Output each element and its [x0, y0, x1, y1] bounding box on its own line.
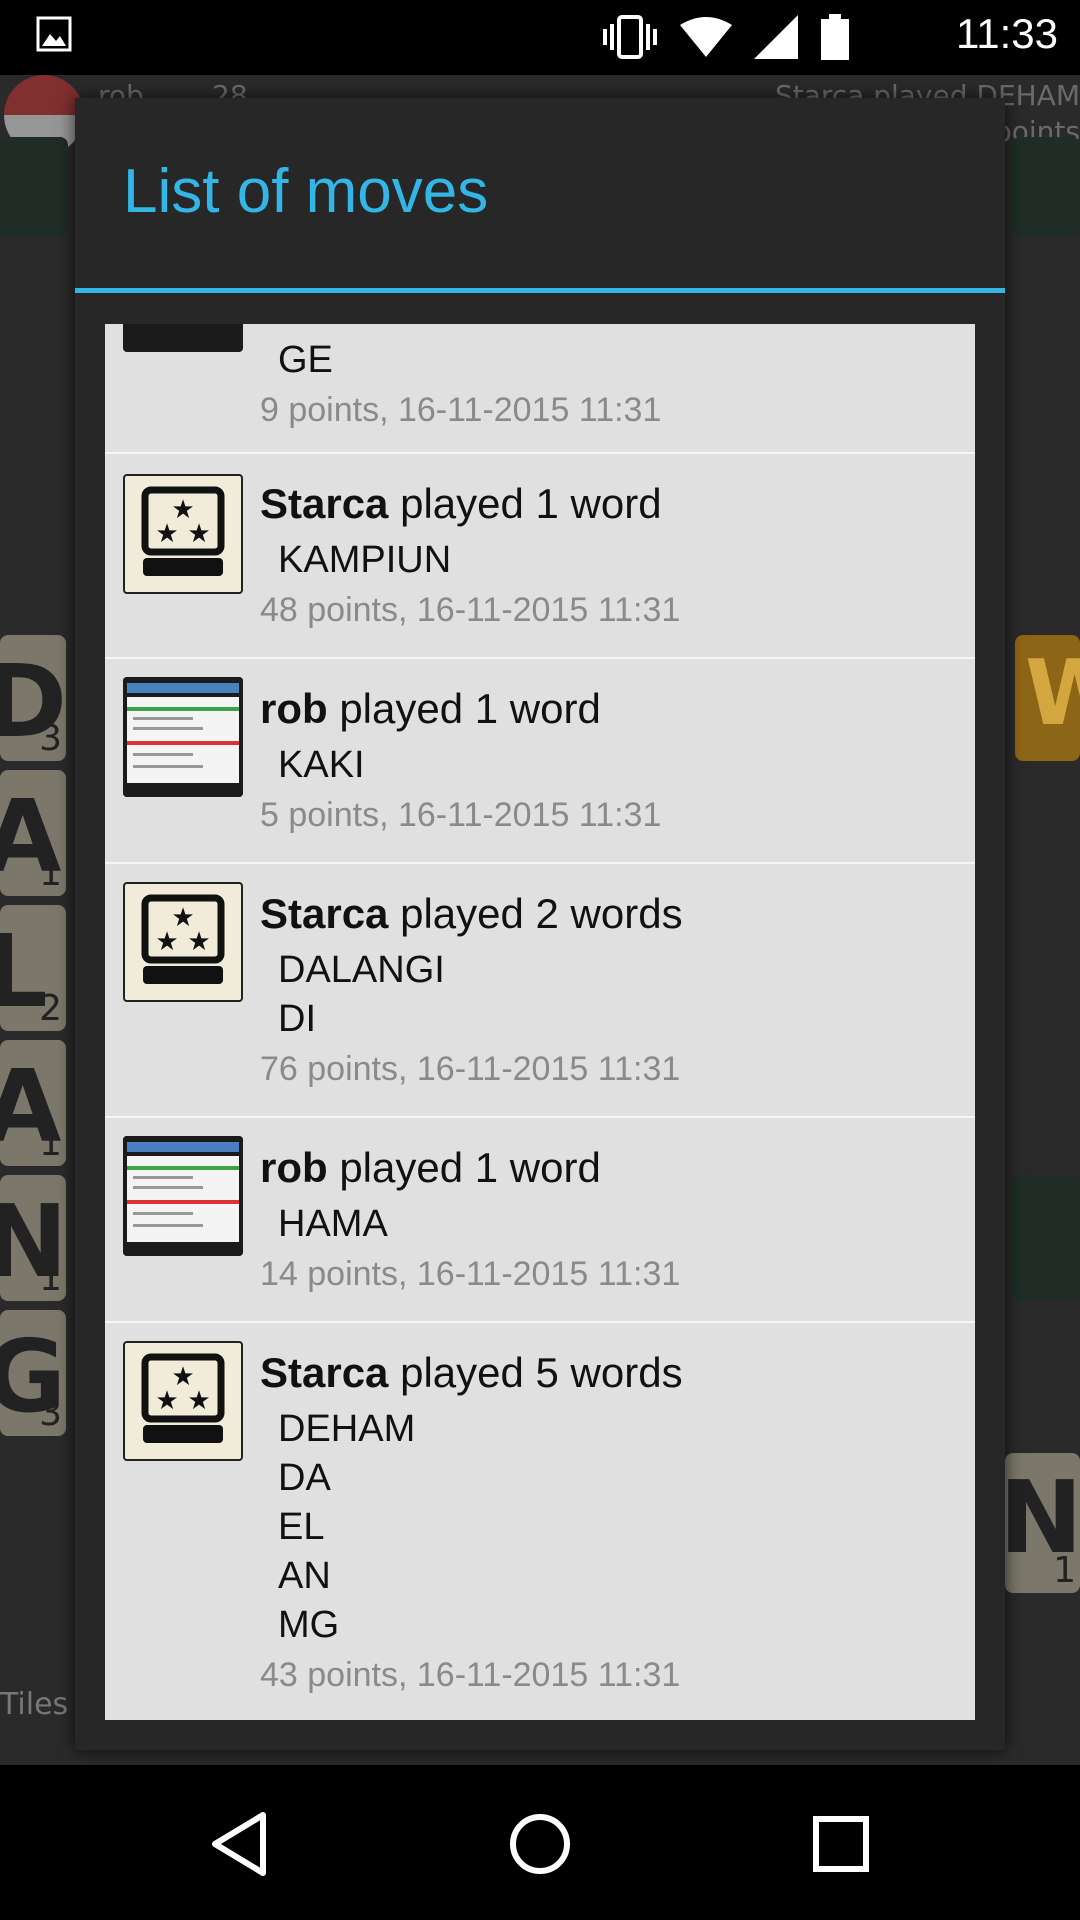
move-words: GE: [278, 336, 661, 385]
rob-screenshot-icon: [123, 677, 243, 797]
move-body: Starca played 2 words DALANGI DI 76 poin…: [260, 890, 683, 1089]
signal-icon: [754, 15, 798, 59]
tile-value: 1: [39, 1123, 62, 1164]
move-body: Starca played 1 word KAMPIUN 48 points, …: [260, 480, 680, 630]
move-player: Starca: [260, 480, 389, 527]
move-heading: rob played 1 word: [260, 1144, 680, 1192]
recents-icon[interactable]: [806, 1809, 876, 1879]
move-word: DI: [278, 998, 316, 1040]
svg-text:★: ★: [187, 1386, 210, 1416]
board-tile: D 3: [0, 635, 67, 761]
move-action: played 1 word: [327, 1144, 601, 1191]
back-icon[interactable]: [205, 1809, 275, 1879]
status-time: 11:33: [956, 10, 1058, 57]
move-meta: 76 points, 16-11-2015 11:31: [260, 1050, 681, 1088]
svg-text:★: ★: [187, 519, 210, 549]
tile-value: 2: [39, 988, 62, 1029]
dialog-title: List of moves: [123, 157, 489, 226]
moves-dialog: List of moves GE 9 points, 16-11-2015 11…: [75, 98, 1005, 1750]
move-words: HAMA: [278, 1200, 680, 1249]
tile-value: 1: [1053, 1550, 1076, 1591]
move-player: rob: [260, 1144, 328, 1191]
list-item[interactable]: GE 9 points, 16-11-2015 11:31: [105, 324, 975, 454]
tile-value: 1: [39, 1258, 62, 1299]
list-item[interactable]: rob played 1 word KAKI 5 points, 16-11-2…: [105, 659, 975, 864]
move-words: DALANGI DI: [278, 946, 683, 1044]
rob-screenshot-icon: [123, 324, 243, 352]
move-heading: Starca played 5 words: [260, 1349, 683, 1397]
svg-text:★: ★: [155, 927, 178, 957]
move-words: KAMPIUN: [278, 536, 680, 585]
move-player: Starca: [260, 890, 389, 937]
move-action: played 1 word: [327, 685, 601, 732]
tile-value: 3: [39, 1393, 62, 1434]
move-words: KAKI: [278, 741, 661, 790]
move-word: DALANGI: [278, 949, 445, 991]
move-word: AN: [278, 1555, 331, 1597]
move-word: HAMA: [278, 1203, 388, 1245]
tile-value: 1: [39, 853, 62, 894]
board-tile: L 2: [0, 905, 66, 1031]
list-item[interactable]: ★ ★ ★ Starca played 1 word KAMPIUN 48 po…: [105, 454, 975, 659]
vibrate-icon: [603, 15, 657, 59]
move-meta: 43 points, 16-11-2015 11:31: [260, 1656, 681, 1694]
move-action: played 2 words: [388, 890, 683, 937]
move-action: played 5 words: [388, 1349, 683, 1396]
tile-letter: W: [1025, 641, 1080, 746]
board-tile: G 3: [0, 1310, 66, 1436]
moves-list[interactable]: GE 9 points, 16-11-2015 11:31 ★ ★ ★ Star…: [105, 324, 975, 1720]
status-icons: [602, 14, 850, 60]
board-tile: N 1: [0, 1175, 68, 1301]
title-divider: [75, 288, 1005, 293]
move-heading: Starca played 2 words: [260, 890, 683, 938]
move-body: Starca played 5 words DEHAM DA EL AN MG …: [260, 1349, 683, 1695]
svg-text:★: ★: [155, 1386, 178, 1416]
board-tile: [0, 137, 68, 237]
move-word: DA: [278, 1457, 331, 1499]
move-body: rob played 1 word HAMA 14 points, 16-11-…: [260, 1144, 680, 1294]
computer-stars-icon: ★ ★ ★: [123, 1341, 243, 1461]
move-heading: rob played 1 word: [260, 685, 661, 733]
tiles-label: Tiles: [0, 1687, 69, 1722]
list-item[interactable]: ★ ★ ★ Starca played 2 words DALANGI DI 7…: [105, 864, 975, 1118]
move-body: GE 9 points, 16-11-2015 11:31: [260, 324, 661, 430]
move-word: KAKI: [278, 744, 365, 786]
battery-icon: [821, 14, 849, 60]
board-tile: [1012, 1175, 1080, 1301]
list-item[interactable]: ★ ★ ★ Starca played 5 words DEHAM DA EL …: [105, 1323, 975, 1720]
move-word: MG: [278, 1604, 340, 1646]
board-tile: [1012, 137, 1080, 237]
move-heading: Starca played 1 word: [260, 480, 680, 528]
move-action: played 1 word: [388, 480, 662, 527]
move-words: DEHAM DA EL AN MG: [278, 1405, 683, 1650]
list-item[interactable]: rob played 1 word HAMA 14 points, 16-11-…: [105, 1118, 975, 1323]
gallery-icon: [36, 16, 72, 52]
board-tile: A 1: [0, 1040, 66, 1166]
wifi-icon: [680, 17, 732, 57]
navigation-bar: [0, 1765, 1080, 1920]
move-meta: 5 points, 16-11-2015 11:31: [260, 796, 662, 834]
move-word: GE: [278, 339, 333, 381]
move-meta: 14 points, 16-11-2015 11:31: [260, 1255, 681, 1293]
rob-screenshot-icon: [123, 1136, 243, 1256]
move-meta: 9 points, 16-11-2015 11:31: [260, 391, 662, 429]
svg-text:★: ★: [187, 927, 210, 957]
move-word: KAMPIUN: [278, 539, 452, 581]
computer-stars-icon: ★ ★ ★: [123, 882, 243, 1002]
move-word: EL: [278, 1506, 325, 1548]
home-icon[interactable]: [505, 1809, 575, 1879]
board-tile: A 1: [0, 770, 66, 896]
status-bar: 11:33: [0, 0, 1080, 75]
svg-text:★: ★: [155, 519, 178, 549]
rack-tile: N 1: [999, 1453, 1080, 1593]
move-player: rob: [260, 685, 328, 732]
move-word: DEHAM: [278, 1408, 416, 1450]
move-body: rob played 1 word KAKI 5 points, 16-11-2…: [260, 685, 661, 835]
computer-stars-icon: ★ ★ ★: [123, 474, 243, 594]
move-player: Starca: [260, 1349, 389, 1396]
tile-value: 3: [39, 718, 62, 759]
move-meta: 48 points, 16-11-2015 11:31: [260, 591, 681, 629]
board-tile: W: [1015, 635, 1080, 761]
